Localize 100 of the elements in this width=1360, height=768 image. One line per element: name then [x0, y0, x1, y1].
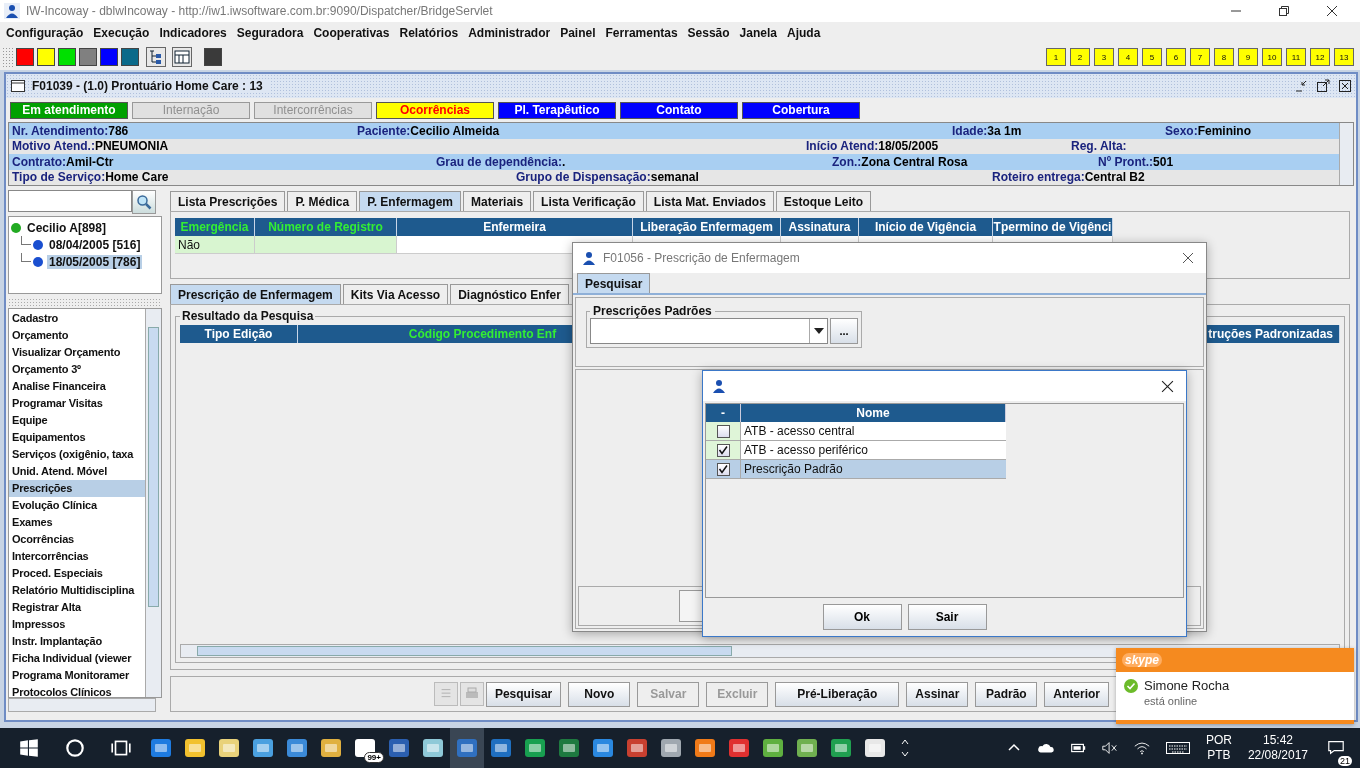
language-indicator[interactable]: POR PTB: [1205, 733, 1232, 763]
menu-item[interactable]: Execução: [90, 26, 157, 40]
menu-list-item[interactable]: Registrar Alta: [9, 599, 145, 616]
tab[interactable]: Kits Via Acesso: [342, 284, 449, 304]
speaker-muted-icon[interactable]: [1100, 740, 1119, 756]
menu-list-item[interactable]: Exames: [9, 514, 145, 531]
tab[interactable]: Prescrição de Enfermagem: [170, 284, 341, 304]
menu-list-item[interactable]: Equipamentos: [9, 429, 145, 446]
menu-list-item[interactable]: Impressos: [9, 616, 145, 633]
checkbox[interactable]: [716, 443, 730, 457]
tab[interactable]: P. Enfermagem: [359, 191, 462, 211]
menu-list-item[interactable]: Relatório Multidisciplina: [9, 582, 145, 599]
browse-button[interactable]: ...: [830, 318, 858, 344]
menu-list-item[interactable]: Ficha Individual (viewer: [9, 650, 145, 667]
app-icon[interactable]: [795, 736, 819, 760]
action-button[interactable]: Pesquisar: [485, 681, 562, 707]
app-icon[interactable]: [421, 736, 445, 760]
menu-list-item[interactable]: Prescrições: [9, 480, 145, 497]
column-header[interactable]: Número de Registro: [255, 218, 397, 236]
app-icon[interactable]: [727, 736, 751, 760]
color-button[interactable]: [37, 48, 55, 66]
app-icon[interactable]: [591, 736, 615, 760]
tab[interactable]: Lista Prescrições: [170, 191, 286, 211]
tree-item[interactable]: 18/05/2005 [786]: [47, 254, 143, 269]
dialog-button[interactable]: Sair: [907, 604, 987, 630]
color-button[interactable]: [79, 48, 97, 66]
app-icon[interactable]: [319, 736, 343, 760]
scrollbar[interactable]: [145, 309, 161, 697]
app-icon[interactable]: [625, 736, 649, 760]
menu-list-item[interactable]: Proced. Especiais: [9, 565, 145, 582]
status-button[interactable]: Contato: [620, 101, 738, 119]
app-icon[interactable]: [829, 736, 853, 760]
tree-item[interactable]: 08/04/2005 [516]: [47, 237, 143, 252]
notification-icon[interactable]: [1327, 738, 1345, 755]
menu-item[interactable]: Ajuda: [783, 26, 828, 40]
app-icon[interactable]: [217, 736, 241, 760]
menu-item[interactable]: Configuração: [3, 26, 91, 40]
dropdown-field[interactable]: [590, 318, 828, 344]
menu-list-item[interactable]: Programar Visitas: [9, 395, 145, 412]
menu-item[interactable]: Administrador: [465, 26, 558, 40]
close-icon[interactable]: [1326, 5, 1338, 17]
app-icon[interactable]: [659, 736, 683, 760]
number-button[interactable]: 2: [1070, 48, 1090, 66]
number-button[interactable]: 6: [1166, 48, 1186, 66]
search-button[interactable]: [132, 190, 156, 214]
menu-item[interactable]: Ferramentas: [602, 26, 685, 40]
checkbox[interactable]: [716, 424, 730, 438]
column-header[interactable]: Tipo Edição: [180, 325, 298, 343]
app-icon[interactable]: [863, 736, 887, 760]
wifi-icon[interactable]: [1132, 740, 1151, 756]
menu-list-item[interactable]: Instr. Implantação: [9, 633, 145, 650]
number-button[interactable]: 9: [1238, 48, 1258, 66]
close-icon[interactable]: [1182, 252, 1194, 264]
number-button[interactable]: 1: [1046, 48, 1066, 66]
app-icon[interactable]: [183, 736, 207, 760]
menu-list-item[interactable]: Orçamento 3º: [9, 361, 145, 378]
menu-list-item[interactable]: Equipe: [9, 412, 145, 429]
menu-list-item[interactable]: Intercorrências: [9, 548, 145, 565]
color-button[interactable]: [16, 48, 34, 66]
search-icon[interactable]: [64, 737, 86, 759]
clock[interactable]: 15:42 22/08/2017: [1247, 733, 1308, 763]
app-icon[interactable]: [149, 736, 173, 760]
action-button[interactable]: Anterior: [1044, 681, 1109, 707]
app-icon[interactable]: [285, 736, 309, 760]
app-icon[interactable]: [387, 736, 411, 760]
status-button[interactable]: Ocorrências: [376, 101, 494, 119]
column-header[interactable]: Enfermeira: [397, 218, 633, 236]
number-button[interactable]: 10: [1262, 48, 1282, 66]
tab[interactable]: Pesquisar: [577, 273, 651, 293]
number-button[interactable]: 8: [1214, 48, 1234, 66]
menu-list-item[interactable]: Analise Financeira: [9, 378, 145, 395]
caret-icon[interactable]: [813, 328, 824, 334]
column-header[interactable]: Emergência: [175, 218, 255, 236]
tab[interactable]: Lista Mat. Enviados: [645, 191, 774, 211]
tree-icon[interactable]: [146, 47, 166, 67]
color-button[interactable]: [58, 48, 76, 66]
search-field[interactable]: [8, 190, 132, 212]
column-header[interactable]: Assinatura: [781, 218, 859, 236]
number-button[interactable]: 7: [1190, 48, 1210, 66]
tab[interactable]: P. Médica: [287, 191, 358, 211]
tree-item[interactable]: Cecilio A[898]: [25, 220, 108, 235]
menu-item[interactable]: Seguradora: [233, 26, 311, 40]
column-header[interactable]: Início de Vigência: [859, 218, 993, 236]
app-icon[interactable]: [557, 736, 581, 760]
menu-item[interactable]: Painel: [557, 26, 603, 40]
windows-icon[interactable]: [18, 737, 40, 759]
scrollbar[interactable]: [1339, 123, 1353, 185]
action-button[interactable]: Padrão: [975, 681, 1038, 707]
menu-item[interactable]: Relatórios: [396, 26, 466, 40]
menu-list-item[interactable]: Evolução Clínica: [9, 497, 145, 514]
menu-list-item[interactable]: Protocolos Clínicos: [9, 684, 145, 697]
tab[interactable]: Lista Verificação: [533, 191, 644, 211]
app-icon[interactable]: [761, 736, 785, 760]
menu-list-item[interactable]: Ocorrências: [9, 531, 145, 548]
menu-list-item[interactable]: Orçamento: [9, 327, 145, 344]
menu-list-item[interactable]: Serviços (oxigênio, taxa: [9, 446, 145, 463]
number-button[interactable]: 13: [1334, 48, 1354, 66]
number-button[interactable]: 4: [1118, 48, 1138, 66]
app-icon[interactable]: [489, 736, 513, 760]
column-header[interactable]: Liberação Enfermagem: [633, 218, 781, 236]
